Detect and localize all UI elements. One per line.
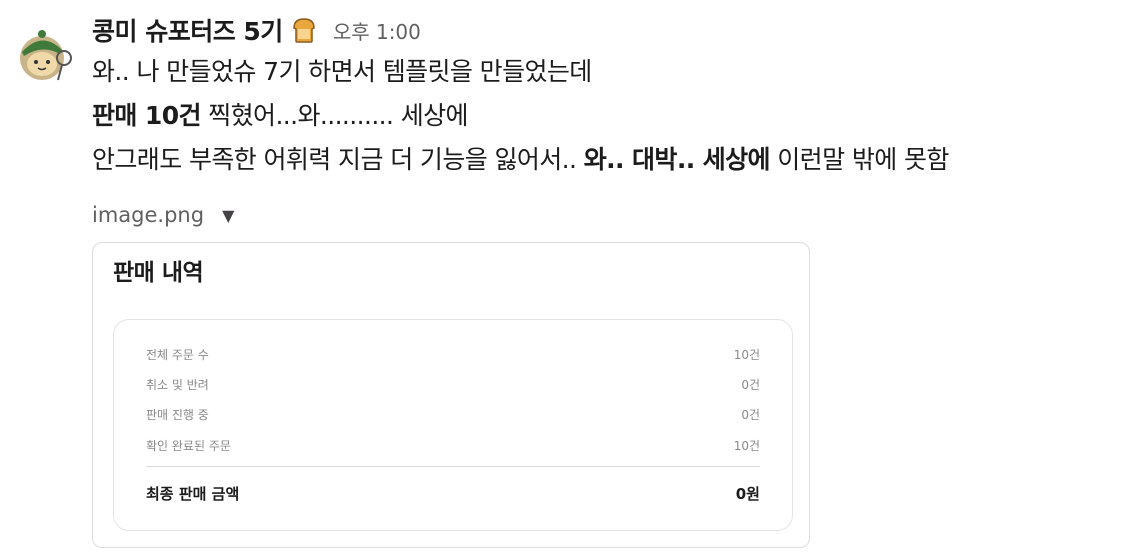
message-line: 판매 10건 찍혔어...와.......... 세상에: [92, 98, 469, 134]
bold-text: 와.. 대박.. 세상에: [583, 145, 771, 174]
row-value: 10건: [733, 347, 760, 362]
summary-row: 판매 진행 중 0건: [146, 402, 760, 426]
text: 이런말 밖에 못함: [769, 145, 949, 174]
row-label: 판매 진행 중: [146, 407, 209, 422]
row-label: 확인 완료된 주문: [146, 438, 231, 453]
text: 찍혔어...와.......... 세상에: [200, 101, 468, 130]
divider: [146, 466, 760, 467]
summary-row: 확인 완료된 주문 10건: [146, 433, 760, 457]
summary-row: 전체 주문 수 10건: [146, 342, 760, 366]
summary-row: 취소 및 반려 0건: [146, 372, 760, 396]
bread-icon[interactable]: [289, 15, 319, 45]
bold-text: 판매 10건: [92, 101, 202, 130]
image-attachment[interactable]: 판매 내역 전체 주문 수 10건 취소 및 반려 0건 판매 진행 중 0건 …: [92, 242, 810, 548]
row-value: 0건: [741, 407, 760, 422]
message-timestamp[interactable]: 오후 1:00: [333, 16, 421, 45]
row-label: 전체 주문 수: [146, 347, 209, 362]
avatar[interactable]: [12, 22, 76, 86]
total-label: 최종 판매 금액: [146, 484, 240, 503]
sales-summary-panel: 전체 주문 수 10건 취소 및 반려 0건 판매 진행 중 0건 확인 완료된…: [113, 319, 793, 531]
chevron-down-icon[interactable]: ▼: [222, 206, 234, 225]
row-value: 0건: [741, 377, 760, 392]
text: 안그래도 부족한 어휘력 지금 더 기능을 잃어서..: [92, 145, 584, 174]
row-value: 10건: [733, 438, 760, 453]
card-title: 판매 내역: [113, 260, 204, 286]
attachment-filename[interactable]: image.png: [92, 203, 204, 227]
total-value: 0원: [735, 484, 760, 503]
total-row: 최종 판매 금액 0원: [146, 480, 760, 506]
message-line: 와.. 나 만들었슈 7기 하면서 템플릿을 만들었는데: [92, 57, 592, 86]
message-header: 콩미 슈포터즈 5기 오후 1:00: [92, 12, 421, 48]
message-line: 안그래도 부족한 어휘력 지금 더 기능을 잃어서.. 와.. 대박.. 세상에…: [92, 142, 949, 178]
row-label: 취소 및 반려: [146, 377, 209, 392]
sender-name[interactable]: 콩미 슈포터즈 5기: [92, 12, 283, 48]
attachment-header: image.png ▼: [92, 198, 234, 232]
